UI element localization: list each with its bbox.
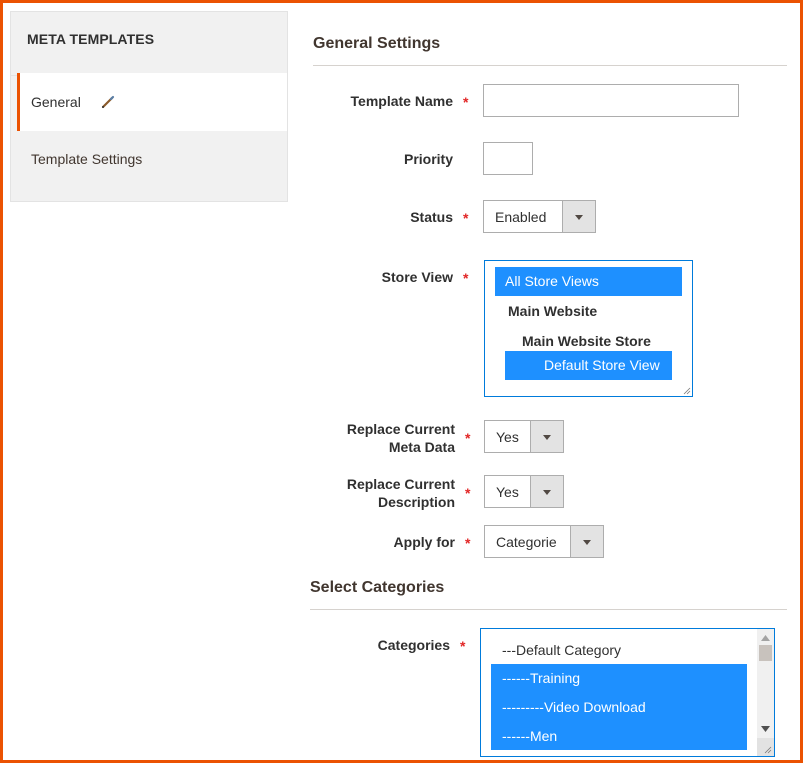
category-option[interactable]: ------Training	[491, 664, 747, 693]
status-select[interactable]: Enabled	[483, 200, 596, 233]
scrollbar-thumb[interactable]	[759, 645, 772, 661]
apply-for-select-value: Categorie	[496, 533, 557, 550]
replace-description-label: Replace Current Description	[295, 475, 455, 511]
required-marker: *	[465, 535, 471, 551]
scroll-up-icon[interactable]	[761, 635, 770, 641]
apply-for-select[interactable]: Categorie	[484, 525, 604, 558]
priority-input[interactable]	[483, 142, 533, 175]
replace-meta-select[interactable]: Yes	[484, 420, 564, 453]
required-marker: *	[465, 430, 471, 446]
chevron-down-icon	[543, 489, 551, 495]
resize-corner[interactable]	[757, 738, 774, 756]
status-label: Status	[410, 209, 453, 225]
sidebar-item-template-settings[interactable]: Template Settings	[31, 151, 142, 167]
status-select-toggle[interactable]	[562, 201, 595, 232]
status-select-value: Enabled	[495, 208, 547, 225]
template-name-input[interactable]	[483, 84, 739, 117]
replace-description-select[interactable]: Yes	[484, 475, 564, 508]
sidebar-item-general[interactable]: General	[17, 73, 287, 131]
section-title-general-settings: General Settings	[313, 35, 441, 52]
replace-meta-label-line1: Replace Current	[346, 421, 455, 437]
chevron-down-icon	[583, 539, 591, 545]
replace-description-select-toggle[interactable]	[530, 476, 563, 507]
store-view-group: Main Website Store	[522, 333, 651, 349]
template-name-label: Template Name	[350, 93, 453, 109]
category-option[interactable]: ------Men	[491, 722, 747, 750]
store-view-multiselect[interactable]: All Store Views Main Website Main Websit…	[484, 260, 693, 397]
apply-for-select-toggle[interactable]	[570, 526, 603, 557]
replace-meta-select-toggle[interactable]	[530, 421, 563, 452]
store-view-option[interactable]: Default Store View	[505, 351, 672, 380]
required-marker: *	[460, 638, 466, 654]
replace-meta-label: Replace Current Meta Data	[295, 420, 455, 456]
store-view-label: Store View	[381, 269, 453, 285]
resize-handle-icon	[764, 746, 772, 754]
category-option[interactable]: ---Default Category	[491, 636, 747, 664]
required-marker: *	[465, 485, 471, 501]
apply-for-label: Apply for	[393, 534, 455, 550]
categories-scrollbar[interactable]	[757, 629, 774, 756]
replace-meta-label-line2: Meta Data	[388, 439, 455, 455]
store-view-option[interactable]: All Store Views	[495, 267, 682, 296]
sidebar-title: META TEMPLATES	[27, 31, 155, 47]
categories-multiselect[interactable]: ---Default Category ------Training -----…	[480, 628, 775, 757]
section-title-select-categories: Select Categories	[310, 579, 445, 596]
resize-handle-icon[interactable]	[683, 387, 691, 395]
sidebar-item-label: General	[31, 94, 81, 110]
required-marker: *	[463, 94, 469, 110]
section-divider	[313, 65, 787, 66]
replace-description-select-value: Yes	[496, 483, 519, 500]
replace-description-label-line1: Replace Current	[346, 476, 455, 492]
chevron-down-icon	[575, 214, 583, 220]
priority-label: Priority	[403, 151, 453, 167]
replace-description-label-line2: Description	[377, 494, 455, 510]
required-marker: *	[463, 270, 469, 286]
category-option[interactable]: ---------Video Download	[491, 693, 747, 722]
section-divider	[310, 609, 787, 610]
chevron-down-icon	[543, 434, 551, 440]
store-view-group: Main Website	[508, 303, 598, 319]
required-marker: *	[463, 210, 469, 226]
scroll-down-icon[interactable]	[761, 726, 770, 732]
categories-label: Categories	[377, 637, 450, 653]
replace-meta-select-value: Yes	[496, 428, 519, 445]
pencil-icon	[100, 94, 116, 110]
